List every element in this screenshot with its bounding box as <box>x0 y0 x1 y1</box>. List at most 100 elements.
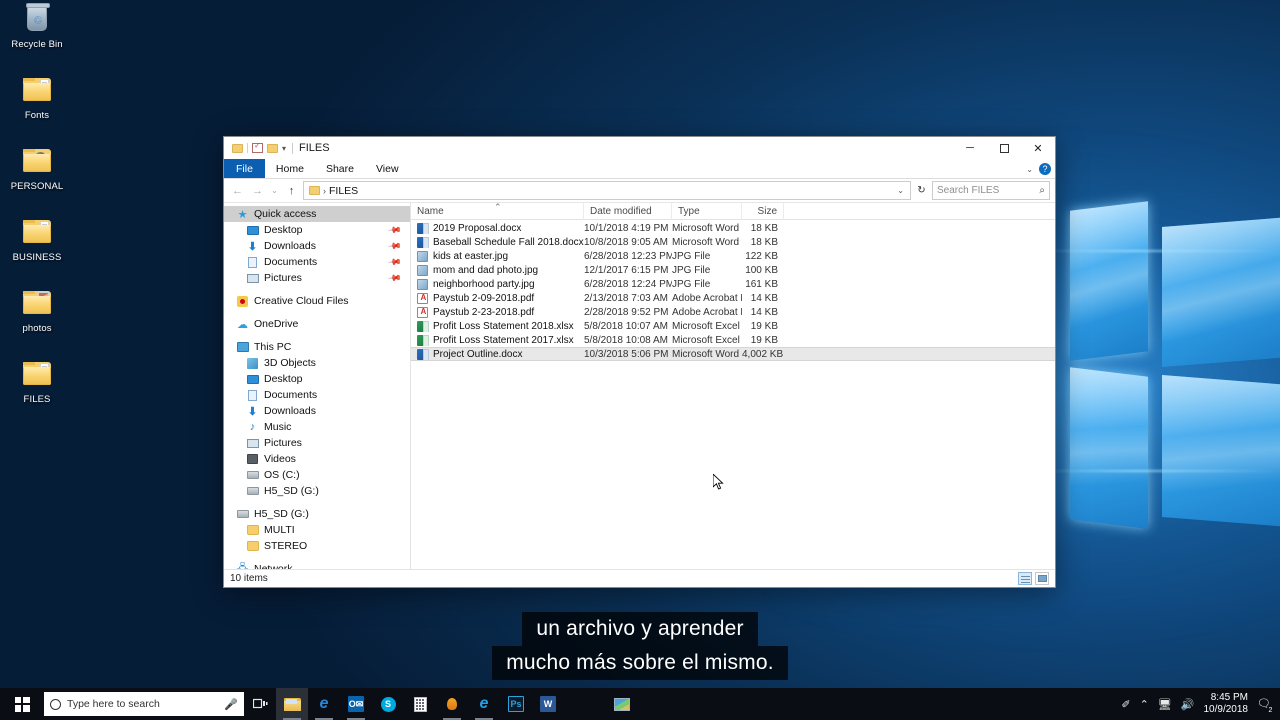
taskbar-skype[interactable]: S <box>372 688 404 720</box>
volume-icon[interactable]: 🔊 <box>1181 698 1195 711</box>
sidebar-item-desktop[interactable]: Desktop 📌 <box>224 222 410 238</box>
window-title-bar[interactable]: ▾ FILES ─ ✕ <box>224 137 1055 159</box>
taskbar-calculator[interactable] <box>404 688 436 720</box>
sidebar-item-downloads-pc[interactable]: ⬇ Downloads <box>224 403 410 419</box>
file-explorer-window[interactable]: ▾ FILES ─ ✕ File Home Share View ⌄ ? ← →… <box>223 136 1056 588</box>
desktop-icon-recycle-bin[interactable]: ♲ Recycle Bin <box>0 3 74 72</box>
refresh-icon[interactable]: ↻ <box>914 181 929 200</box>
file-list-pane[interactable]: Name ⌃ Date modified Type Size 2019 Prop… <box>410 202 1055 569</box>
column-header-date-modified[interactable]: Date modified <box>584 202 672 220</box>
sidebar-item-documents[interactable]: Documents 📌 <box>224 254 410 270</box>
details-view-button[interactable] <box>1018 572 1032 585</box>
close-button[interactable]: ✕ <box>1021 137 1055 159</box>
taskbar-internet-explorer[interactable]: e <box>468 688 500 720</box>
table-row[interactable]: Profit Loss Statement 2018.xlsx 5/8/2018… <box>411 319 1055 333</box>
sidebar-item-3d-objects[interactable]: 3D Objects <box>224 355 410 371</box>
tab-view[interactable]: View <box>365 159 410 178</box>
file-name-cell[interactable]: Baseball Schedule Fall 2018.docx <box>411 236 584 248</box>
pin-icon[interactable]: 📌 <box>387 238 402 254</box>
sidebar-item-videos[interactable]: Videos <box>224 451 410 467</box>
minimize-button[interactable]: ─ <box>953 137 987 159</box>
properties-icon[interactable] <box>252 141 263 153</box>
sidebar-item-network[interactable]: 🖧 Network <box>224 561 410 570</box>
table-row[interactable]: 2019 Proposal.docx 10/1/2018 4:19 PM Mic… <box>411 221 1055 235</box>
taskbar-microsoft-edge[interactable]: e <box>308 688 340 720</box>
table-row[interactable]: neighborhood party.jpg 6/28/2018 12:24 P… <box>411 277 1055 291</box>
start-button[interactable] <box>0 688 44 720</box>
window-controls[interactable]: ─ ✕ <box>953 137 1055 159</box>
table-row[interactable]: mom and dad photo.jpg 12/1/2017 6:15 PM … <box>411 263 1055 277</box>
search-input[interactable] <box>937 185 1038 196</box>
file-name-cell[interactable]: Paystub 2-23-2018.pdf <box>411 306 584 318</box>
chevron-down-icon[interactable]: ▾ <box>282 144 286 153</box>
recent-locations-icon[interactable]: ⌄ <box>269 181 280 200</box>
navigation-pane[interactable]: ★ Quick access Desktop 📌 ⬇ Downloads 📌 D… <box>224 203 410 569</box>
table-row[interactable]: Profit Loss Statement 2017.xlsx 5/8/2018… <box>411 333 1055 347</box>
sidebar-item-creative-cloud-files[interactable]: Creative Cloud Files <box>224 293 410 309</box>
chevron-down-icon[interactable]: ⌄ <box>897 186 907 195</box>
pin-icon[interactable]: 📌 <box>387 254 402 270</box>
column-header-type[interactable]: Type <box>672 202 742 220</box>
help-icon[interactable]: ? <box>1039 163 1051 175</box>
sidebar-item-os-c[interactable]: OS (C:) <box>224 467 410 483</box>
search-icon[interactable]: ⌕ <box>1039 185 1045 196</box>
column-header-name[interactable]: Name ⌃ <box>411 202 584 220</box>
sidebar-item-h5sd-g[interactable]: H5_SD (G:) <box>224 506 410 522</box>
up-button[interactable]: ↑ <box>283 181 300 200</box>
tab-share[interactable]: Share <box>315 159 365 178</box>
address-bar[interactable]: ← → ⌄ ↑ › FILES ⌄ ↻ ⌕ <box>224 179 1055 202</box>
quick-access-toolbar[interactable]: ▾ FILES <box>224 137 330 159</box>
pin-icon[interactable]: 📌 <box>387 222 402 238</box>
forward-button[interactable]: → <box>249 181 266 200</box>
taskbar-app-orange[interactable] <box>436 688 468 720</box>
file-name-cell[interactable]: kids at easter.jpg <box>411 250 584 262</box>
task-view-button[interactable] <box>244 688 276 720</box>
desktop-icon-personal[interactable]: PERSONAL <box>0 146 74 214</box>
taskbar[interactable]: Type here to search 🎤 e O✉ S e Ps W ✐ ⌃ … <box>0 688 1280 720</box>
file-list[interactable]: 2019 Proposal.docx 10/1/2018 4:19 PM Mic… <box>411 220 1055 569</box>
ribbon-tab-bar[interactable]: File Home Share View ⌄ ? <box>224 159 1055 179</box>
table-row[interactable]: Baseball Schedule Fall 2018.docx 10/8/20… <box>411 235 1055 249</box>
taskbar-search-box[interactable]: Type here to search 🎤 <box>44 692 244 716</box>
search-box[interactable]: ⌕ <box>932 181 1050 200</box>
tab-home[interactable]: Home <box>265 159 315 178</box>
sidebar-item-desktop-pc[interactable]: Desktop <box>224 371 410 387</box>
taskbar-photo-app[interactable] <box>606 688 638 720</box>
taskbar-photoshop[interactable]: Ps <box>500 688 532 720</box>
system-menu-icon[interactable] <box>232 143 243 153</box>
breadcrumb-item-files[interactable]: FILES <box>329 185 358 197</box>
action-center-icon[interactable]: 🗨 2 <box>1257 697 1275 715</box>
ribbon-right-controls[interactable]: ⌄ ? <box>1026 159 1051 179</box>
desktop-icon-fonts[interactable]: Fonts <box>0 75 74 143</box>
sidebar-item-pictures[interactable]: Pictures 📌 <box>224 270 410 286</box>
large-icons-view-button[interactable] <box>1035 572 1049 585</box>
sidebar-item-music[interactable]: ♪ Music <box>224 419 410 435</box>
system-tray[interactable]: ✐ ⌃ 🖥 🔊 8:45 PM 10/9/2018 🗨 2 <box>1121 692 1280 716</box>
back-button[interactable]: ← <box>229 181 246 200</box>
taskbar-file-explorer[interactable] <box>276 688 308 720</box>
network-icon[interactable]: 🖥 <box>1158 698 1172 711</box>
desktop-icon-files[interactable]: FILES <box>0 359 74 427</box>
new-folder-icon[interactable] <box>267 143 278 153</box>
sidebar-item-this-pc[interactable]: This PC <box>224 339 410 355</box>
sidebar-item-onedrive[interactable]: ☁ OneDrive <box>224 316 410 332</box>
sidebar-item-quick-access[interactable]: ★ Quick access <box>224 206 410 222</box>
maximize-button[interactable] <box>987 137 1021 159</box>
file-name-cell[interactable]: neighborhood party.jpg <box>411 278 584 290</box>
column-headers[interactable]: Name ⌃ Date modified Type Size <box>411 202 1055 220</box>
table-row[interactable]: Paystub 2-23-2018.pdf 2/28/2018 9:52 PM … <box>411 305 1055 319</box>
breadcrumb-folder-icon[interactable] <box>309 186 320 195</box>
microphone-icon[interactable]: 🎤 <box>224 698 238 711</box>
taskbar-outlook[interactable]: O✉ <box>340 688 372 720</box>
table-row[interactable]: Project Outline.docx 10/3/2018 5:06 PM M… <box>411 347 1055 361</box>
tab-file[interactable]: File <box>224 159 265 178</box>
view-mode-buttons[interactable] <box>1018 572 1049 585</box>
file-name-cell[interactable]: 2019 Proposal.docx <box>411 222 584 234</box>
sidebar-item-h5sd-g-pc[interactable]: H5_SD (G:) <box>224 483 410 499</box>
table-row[interactable]: kids at easter.jpg 6/28/2018 12:23 PM JP… <box>411 249 1055 263</box>
column-header-size[interactable]: Size <box>742 202 784 220</box>
clock[interactable]: 8:45 PM 10/9/2018 <box>1204 692 1249 716</box>
desktop-icon-business[interactable]: BUSINESS <box>0 217 74 285</box>
table-row[interactable]: Paystub 2-09-2018.pdf 2/13/2018 7:03 AM … <box>411 291 1055 305</box>
expand-ribbon-icon[interactable]: ⌄ <box>1026 165 1033 174</box>
